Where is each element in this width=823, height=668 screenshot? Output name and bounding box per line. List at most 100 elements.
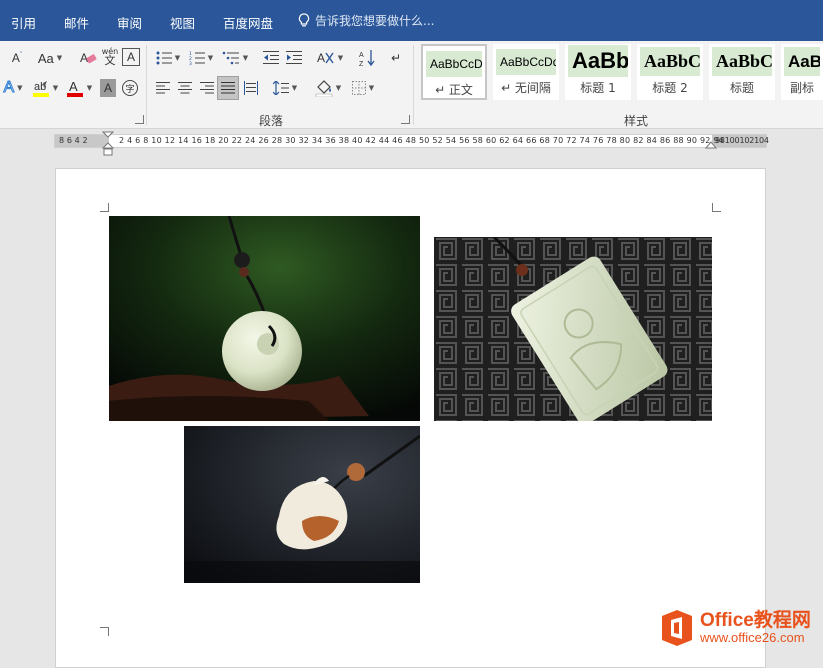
text-effects-icon: A [3,79,15,97]
style-sample: AaBbCcDd [426,51,482,77]
svg-text:A: A [359,52,364,59]
right-indent-marker-icon[interactable] [705,139,717,149]
center-button[interactable] [175,77,195,99]
ribbon-home: Aˇ Aa ▼ A wén 文 A A ▼ ab ▼ A ▼ A 字 ▼ 1 2 3 ▼ ▼ [0,41,823,129]
ruler-ticks: 2 4 6 8 10 12 14 16 18 20 22 24 26 28 30… [119,136,724,145]
style-name: 标题 1 [580,81,616,95]
ruler-area: 8 6 4 2 2 4 6 8 10 12 14 16 18 20 22 24 … [0,129,823,156]
text-effects-button[interactable]: A ▼ [0,77,26,99]
chevron-down-icon: ▼ [337,54,344,62]
bullets-icon [156,51,172,65]
chinese-layout-button[interactable]: A ▼ [315,47,345,69]
align-right-icon [200,82,214,94]
style-name: 标题 2 [652,81,688,95]
character-shading-icon: A [103,81,112,95]
style-name: ↵ 正文 [435,83,473,97]
line-spacing-button[interactable]: ▼ [270,77,300,99]
enclose-characters-button[interactable]: 字 [121,77,139,99]
tab-baidu-netdisk[interactable]: 百度网盘 [223,13,273,32]
highlight-button[interactable]: ab ▼ [30,77,60,99]
tab-mailings[interactable]: 邮件 [64,13,89,32]
paragraph-dialog-launcher-icon[interactable] [401,115,410,124]
decrease-indent-icon [263,51,279,64]
chevron-down-icon: ▼ [242,54,249,62]
style-heading-2[interactable]: AaBbC 标题 2 [637,44,703,100]
tell-me-box[interactable]: 告诉我您想要做什么... [298,12,434,29]
style-name: ↵ 无间隔 [501,81,551,95]
phonetic-guide-button[interactable]: wén 文 [100,45,120,67]
paragraph-group-label: 段落 [259,114,284,128]
character-shading-button[interactable]: A [100,79,116,97]
borders-button[interactable]: ▼ [348,77,378,99]
jade-carving-pendant-photo[interactable] [184,426,420,583]
svg-text:A: A [317,51,325,65]
svg-text:A: A [69,79,78,94]
shading-button[interactable]: ▼ [313,77,343,99]
chevron-down-icon: ▼ [174,54,181,62]
increase-indent-button[interactable] [284,47,304,69]
crop-mark-bottom-left [100,627,109,636]
office26-watermark: Office教程网 www.office26.com [660,606,823,650]
justify-button[interactable] [217,76,239,100]
style-no-spacing[interactable]: AaBbCcDd ↵ 无间隔 [493,44,559,100]
document-page[interactable] [55,168,766,668]
character-border-button[interactable]: A [122,48,140,66]
ruler-left-ticks: 8 6 4 2 [59,136,88,145]
shading-icon [315,80,333,97]
svg-text:Z: Z [359,61,364,67]
jade-plaque-pendant-photo[interactable] [434,237,712,421]
multilevel-list-button[interactable]: ▼ [219,47,251,69]
style-sample: AaBbC [640,47,700,76]
style-normal[interactable]: AaBbCcDd ↵ 正文 [421,44,487,100]
numbering-button[interactable]: 1 2 3 ▼ [186,47,216,69]
center-icon [178,82,192,94]
svg-text:3: 3 [189,61,192,65]
crop-mark-top-right [712,203,721,212]
jade-donut-pendant-photo[interactable] [109,216,420,421]
shrink-font-button[interactable]: Aˇ [6,47,28,69]
tab-review[interactable]: 审阅 [117,13,142,32]
crop-mark-top-left [100,203,109,212]
sort-button[interactable]: AZ [357,47,377,69]
distributed-button[interactable] [241,77,261,99]
tab-view[interactable]: 视图 [170,13,195,32]
clear-formatting-button[interactable]: A [77,47,99,69]
sort-icon: AZ [359,50,375,67]
align-right-button[interactable] [197,77,217,99]
line-spacing-icon [272,81,289,95]
style-heading-1[interactable]: AaBb 标题 1 [565,44,631,100]
bullets-button[interactable]: ▼ [153,47,183,69]
phonetic-guide-char: 文 [104,54,116,67]
font-dialog-launcher-icon[interactable] [135,115,144,124]
highlight-icon: ab [32,81,49,97]
align-left-icon [156,82,170,94]
align-left-button[interactable] [153,77,173,99]
watermark-url: www.office26.com [700,630,805,645]
ribbon-tab-bar: 引用 邮件 审阅 视图 百度网盘 告诉我您想要做什么... [0,0,823,41]
styles-group-label: 样式 [624,114,649,128]
shrink-font-icon: Aˇ [11,51,23,65]
style-name: 副标 [789,81,814,95]
styles-gallery: AaBbCcDd ↵ 正文 AaBbCcDd ↵ 无间隔 AaBb 标题 1 A… [418,44,823,102]
chevron-down-icon: ▼ [52,84,59,92]
clear-formatting-icon: A [80,51,97,65]
change-case-button[interactable]: Aa ▼ [34,47,66,69]
chevron-down-icon: ▼ [86,84,93,92]
tab-references[interactable]: 引用 [11,13,36,32]
tell-me-placeholder: 告诉我您想要做什么... [315,14,435,28]
ruler-right-ticks: 98100102104 [715,136,769,145]
font-color-button[interactable]: A ▼ [64,77,94,99]
decrease-indent-button[interactable] [261,47,281,69]
chevron-down-icon: ▼ [17,84,23,92]
change-case-icon: Aa [37,50,54,66]
numbering-icon: 123 [189,51,205,65]
horizontal-ruler[interactable]: 8 6 4 2 2 4 6 8 10 12 14 16 18 20 22 24 … [54,134,769,148]
style-subtitle[interactable]: AaBl 副标 [781,44,823,100]
style-title[interactable]: AaBbC 标题 [709,44,775,100]
first-line-indent-marker-icon[interactable] [102,131,114,157]
group-separator [146,45,147,125]
lightbulb-icon [298,13,310,27]
justify-icon [221,82,235,94]
increase-indent-icon [286,51,302,64]
show-marks-button[interactable]: ↵ [388,47,404,69]
